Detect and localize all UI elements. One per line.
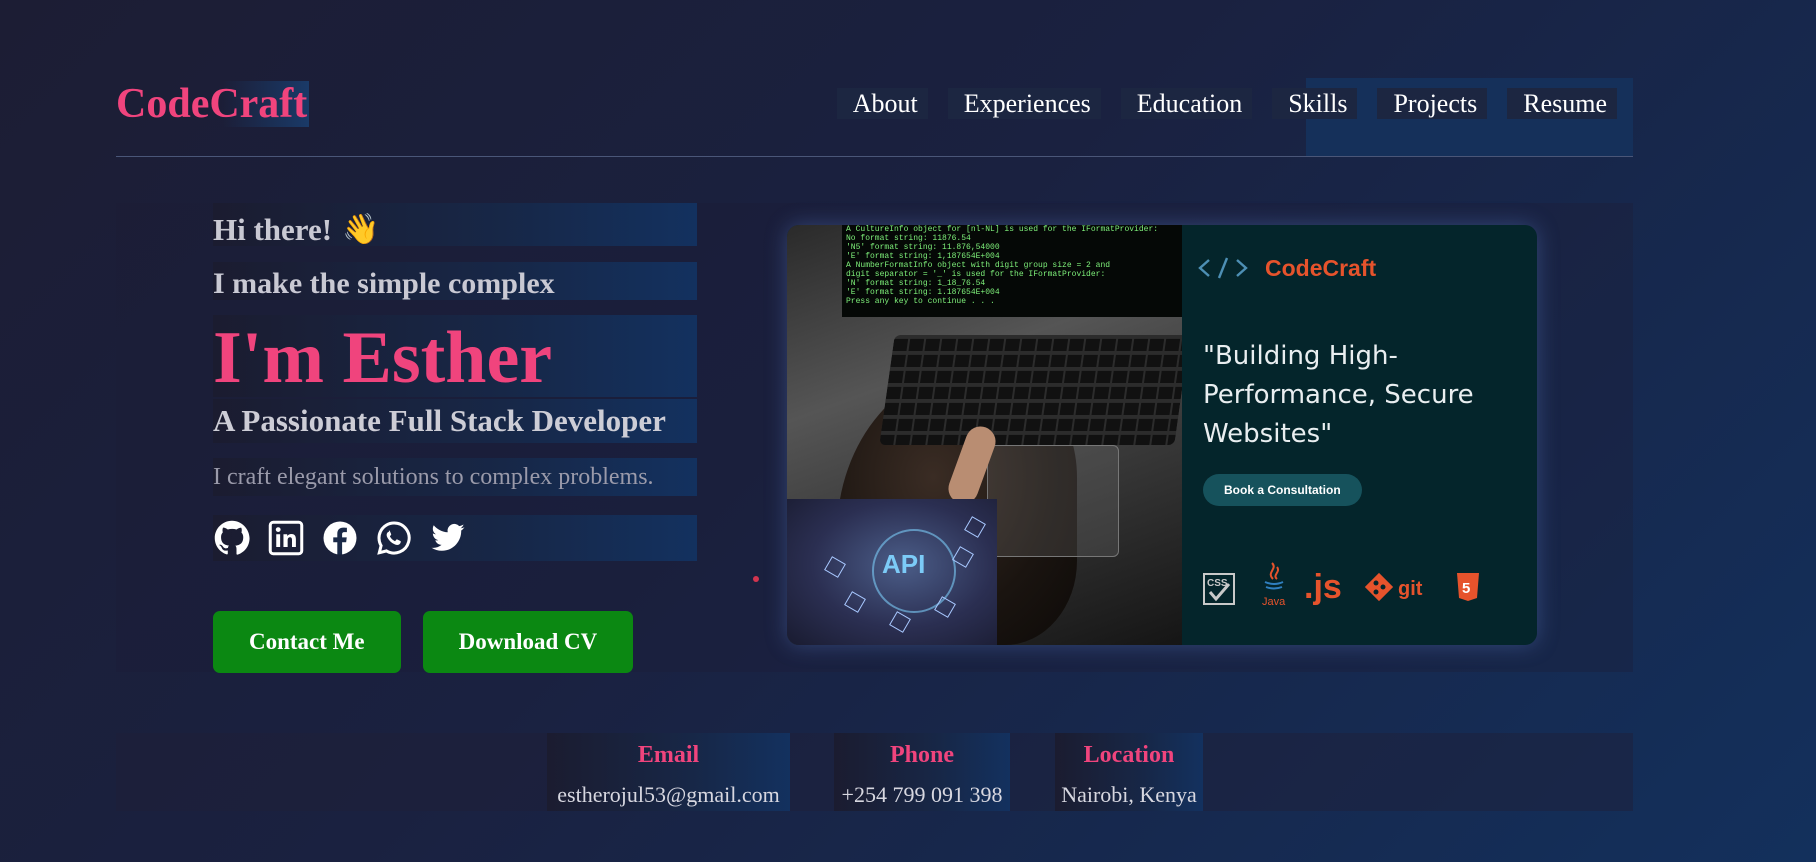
book-consultation-button[interactable]: Book a Consultation <box>1203 474 1362 506</box>
linkedin-icon[interactable] <box>267 519 305 557</box>
nav-education[interactable]: Education <box>1120 88 1253 119</box>
hex-icon <box>964 516 986 538</box>
html5-icon: 5 <box>1457 573 1479 601</box>
site-header: CodeCraft About Experiences Education Sk… <box>116 78 1633 156</box>
screen-line: Press any key to continue . . . <box>846 297 995 306</box>
phone-value[interactable]: +254 799 091 398 <box>834 783 1010 807</box>
main-nav: About Experiences Education Skills Proje… <box>836 88 1617 119</box>
laptop-screen: A CultureInfo object for [nl-NL] is used… <box>842 225 1182 317</box>
nav-experiences[interactable]: Experiences <box>947 88 1101 119</box>
phone-label: Phone <box>889 742 954 768</box>
tech-stack-row: CSS Java .js git 5 <box>1202 560 1522 612</box>
java-icon: Java <box>1262 562 1286 608</box>
javascript-icon: .js <box>1304 568 1342 606</box>
tagline: I make the simple complex <box>213 262 697 300</box>
html5-label: 5 <box>1462 580 1470 597</box>
waving-hand-icon: 👋 <box>342 212 380 246</box>
banner-brand-name: CodeCraft <box>1265 255 1377 281</box>
screen-line: digit separator = '_' is used for the IF… <box>846 270 1106 279</box>
hex-icon <box>824 556 846 578</box>
git-icon: git <box>1364 572 1423 602</box>
hex-icon <box>844 591 866 613</box>
download-cv-button[interactable]: Download CV <box>422 611 634 673</box>
js-label: .js <box>1304 568 1342 606</box>
greeting-text: Hi there! <box>213 211 333 247</box>
api-label: API <box>882 549 926 579</box>
twitter-icon[interactable] <box>429 519 467 557</box>
facebook-icon[interactable] <box>321 519 359 557</box>
contact-location: Location Nairobi, Kenya <box>1055 733 1203 811</box>
java-label: Java <box>1262 596 1286 608</box>
git-label: git <box>1398 578 1423 600</box>
nav-skills[interactable]: Skills <box>1272 88 1358 119</box>
email-label: Email <box>637 742 700 768</box>
css-icon: CSS <box>1203 573 1235 605</box>
screen-line: 'N' format string: 1_18_76.54 <box>846 279 986 288</box>
code-brackets-icon <box>1197 255 1249 281</box>
hero-role: A Passionate Full Stack Developer <box>213 399 697 443</box>
screen-line: 'N5' format string: 11.876,54000 <box>846 243 1000 252</box>
hero-intro: Hi there! 👋 I make the simple complex I'm… <box>213 203 697 673</box>
hero-banner-image: A CultureInfo object for [nl-NL] is used… <box>787 225 1537 645</box>
contact-info-section: Email estherojul53@gmail.com Phone +254 … <box>116 733 1633 811</box>
location-label: Location <box>1083 742 1175 768</box>
hero-name: I'm Esther <box>213 315 697 399</box>
email-value[interactable]: estherojul53@gmail.com <box>547 783 790 807</box>
laptop-keyboard <box>879 335 1182 445</box>
api-graphic: API <box>787 499 997 645</box>
location-value: Nairobi, Kenya <box>1061 782 1197 807</box>
laptop-photo: A CultureInfo object for [nl-NL] is used… <box>787 225 1182 645</box>
screen-line: A NumberFormatInfo object with digit gro… <box>846 261 1111 270</box>
nav-projects[interactable]: Projects <box>1377 88 1488 119</box>
screen-line: 'E' format string: 1.187654E+004 <box>846 288 1000 297</box>
whatsapp-icon[interactable] <box>375 519 413 557</box>
header-divider <box>116 156 1633 157</box>
hero-actions: Contact Me Download CV <box>213 611 655 673</box>
screen-line: No format string: 11876.54 <box>846 234 971 243</box>
nav-about[interactable]: About <box>836 88 928 119</box>
nav-resume[interactable]: Resume <box>1507 88 1617 119</box>
screen-line: A CultureInfo object for [nl-NL] is used… <box>846 225 1159 234</box>
greeting: Hi there! 👋 <box>213 203 697 247</box>
github-icon[interactable] <box>213 519 251 557</box>
decorative-dot <box>753 576 759 582</box>
banner-quote: "Building High- Performance, Secure Webs… <box>1203 341 1474 449</box>
contact-email: Email estherojul53@gmail.com <box>547 733 790 811</box>
laptop-trackpad <box>987 445 1119 557</box>
hex-icon <box>889 611 911 633</box>
screen-line: 'E' format string: 1,187654E+004 <box>846 252 1000 261</box>
contact-me-button[interactable]: Contact Me <box>213 611 401 673</box>
social-links <box>213 515 697 561</box>
contact-phone: Phone +254 799 091 398 <box>834 733 1010 811</box>
site-logo[interactable]: CodeCraft <box>116 81 310 127</box>
hero-description: I craft elegant solutions to complex pro… <box>213 458 697 496</box>
